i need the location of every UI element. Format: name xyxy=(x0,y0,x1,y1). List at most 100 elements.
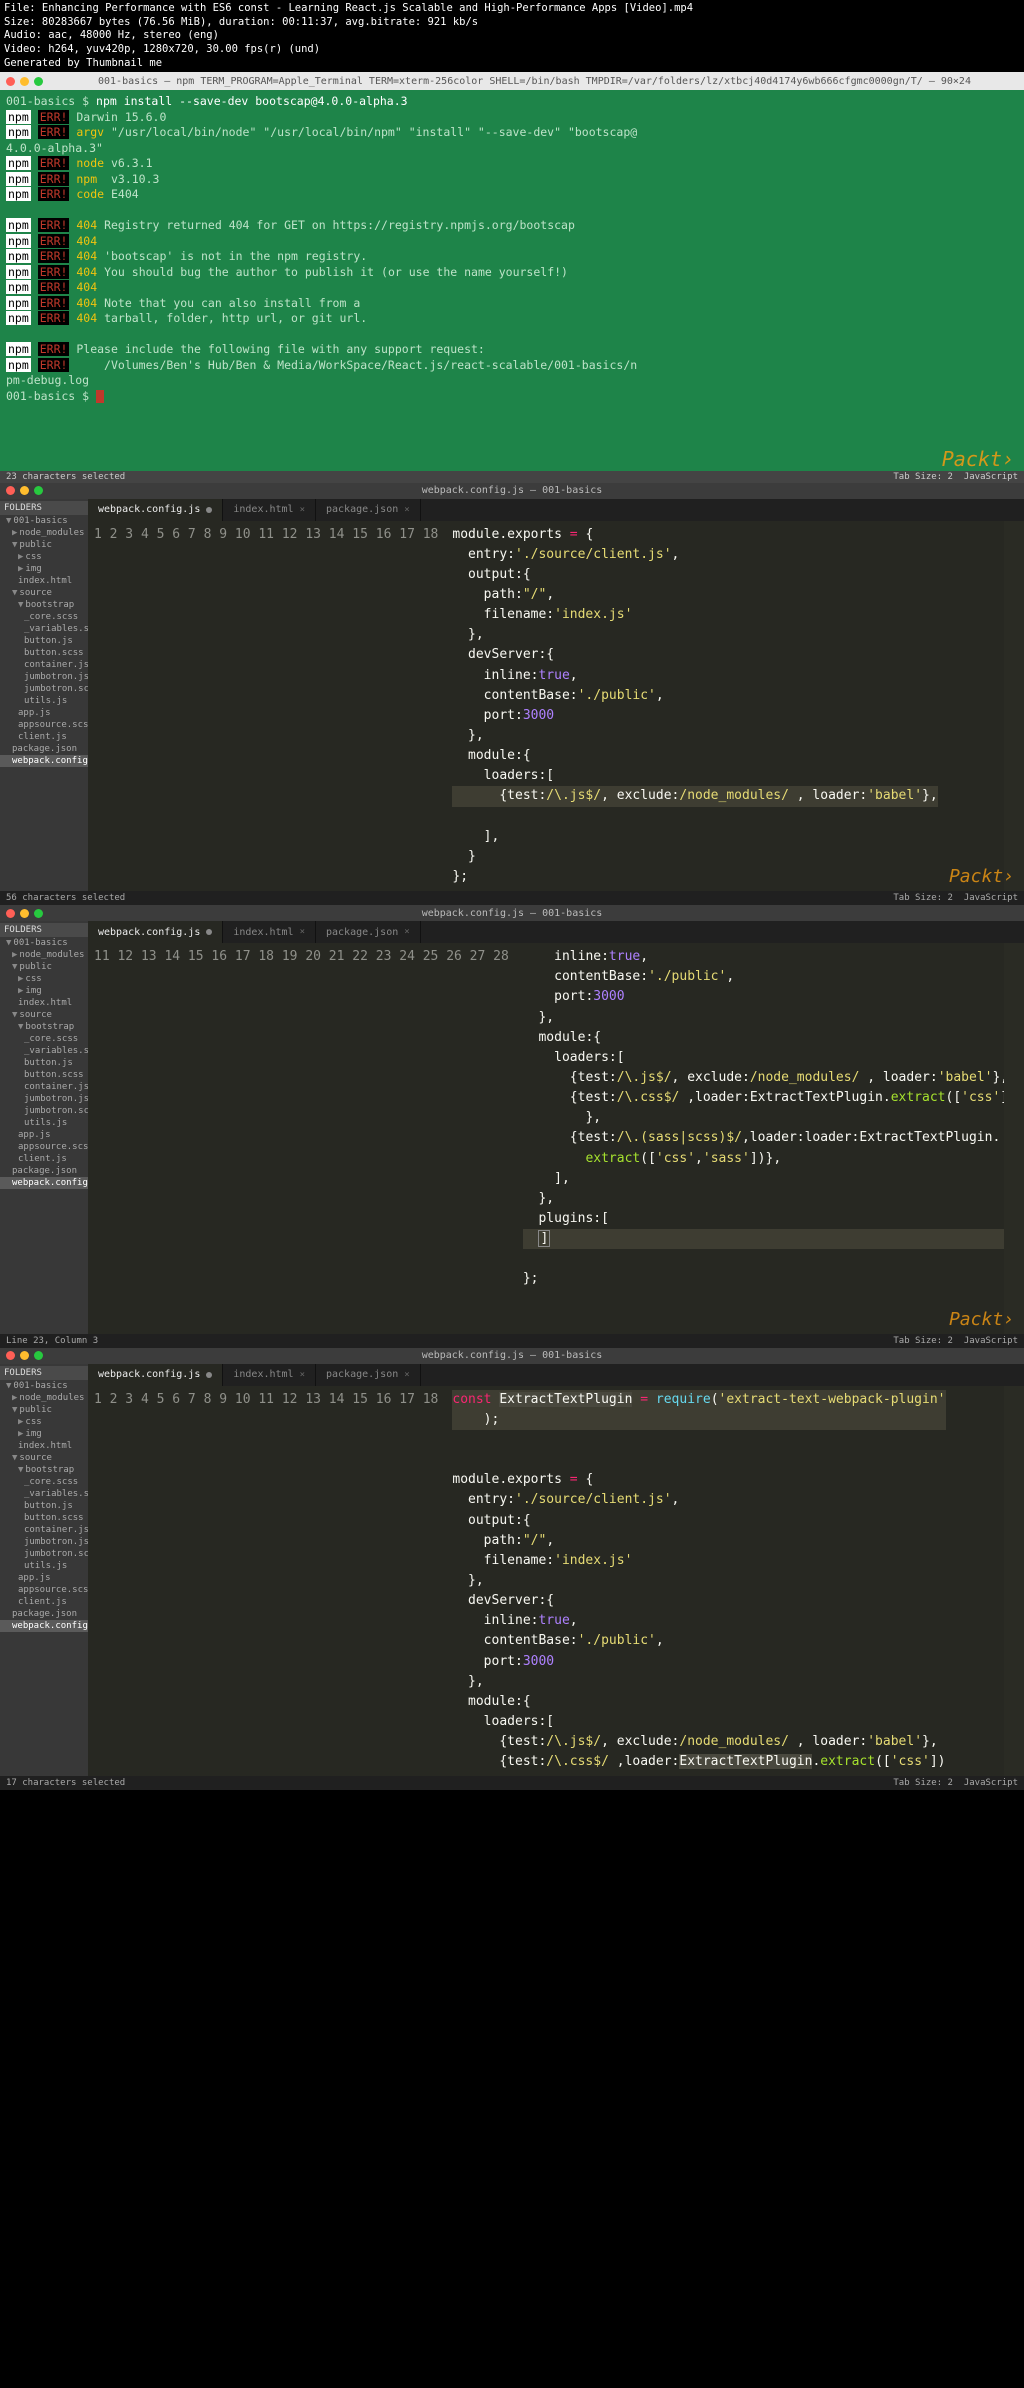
maximize-icon[interactable] xyxy=(34,77,43,86)
sidebar[interactable]: FOLDERS ▼001-basics▶node_modules▼public▶… xyxy=(0,921,88,1334)
sidebar-item[interactable]: ▼source xyxy=(0,1009,88,1021)
sidebar-item[interactable]: ▼public xyxy=(0,539,88,551)
tab[interactable]: index.html× xyxy=(223,499,316,521)
minimize-icon[interactable] xyxy=(20,1351,29,1360)
sidebar-item[interactable]: ▶img xyxy=(0,1428,88,1440)
terminal-titlebar[interactable]: 001-basics — npm TERM_PROGRAM=Apple_Term… xyxy=(0,72,1024,90)
sidebar-item[interactable]: button.js xyxy=(0,1057,88,1069)
sidebar-item[interactable]: ▶css xyxy=(0,1416,88,1428)
sidebar-item[interactable]: ▶node_modules xyxy=(0,527,88,539)
sidebar-item[interactable]: _core.scss xyxy=(0,1476,88,1488)
minimap[interactable] xyxy=(1004,943,1024,1334)
sidebar-item[interactable]: utils.js xyxy=(0,695,88,707)
code-area[interactable]: 1 2 3 4 5 6 7 8 9 10 11 12 13 14 15 16 1… xyxy=(88,521,1024,892)
sidebar-item[interactable]: _core.scss xyxy=(0,1033,88,1045)
tab[interactable]: package.json× xyxy=(316,921,421,943)
close-icon[interactable] xyxy=(6,77,15,86)
close-icon[interactable] xyxy=(6,1351,15,1360)
minimap[interactable] xyxy=(1004,521,1024,892)
sidebar-item[interactable]: container.js xyxy=(0,1081,88,1093)
status-tabsize[interactable]: Tab Size: 2 xyxy=(893,472,953,482)
status-lang[interactable]: JavaScript xyxy=(964,1778,1018,1788)
sidebar-item[interactable]: app.js xyxy=(0,707,88,719)
sidebar-item[interactable]: container.js xyxy=(0,1524,88,1536)
editor-titlebar[interactable]: webpack.config.js — 001-basics xyxy=(0,483,1024,499)
sidebar-item[interactable]: ▼bootstrap xyxy=(0,1464,88,1476)
sidebar-item[interactable]: jumbotron.js xyxy=(0,1536,88,1548)
sidebar-item[interactable]: jumbotron.scss xyxy=(0,683,88,695)
sidebar-item[interactable]: client.js xyxy=(0,731,88,743)
tab[interactable]: package.json× xyxy=(316,1364,421,1386)
sidebar[interactable]: FOLDERS ▼001-basics▶node_modules▼public▶… xyxy=(0,499,88,892)
editor-titlebar[interactable]: webpack.config.js — 001-basics xyxy=(0,905,1024,921)
sidebar-item[interactable]: ▼001-basics xyxy=(0,515,88,527)
sidebar-item[interactable]: index.html xyxy=(0,997,88,1009)
sidebar-item[interactable]: ▼source xyxy=(0,587,88,599)
maximize-icon[interactable] xyxy=(34,909,43,918)
sidebar-item[interactable]: jumbotron.js xyxy=(0,1093,88,1105)
status-tabsize[interactable]: Tab Size: 2 xyxy=(893,893,953,903)
minimap[interactable] xyxy=(1004,1386,1024,1777)
sidebar-item[interactable]: appsource.scss xyxy=(0,1141,88,1153)
tab[interactable]: webpack.config.js xyxy=(88,499,223,521)
sidebar-item[interactable]: _core.scss xyxy=(0,611,88,623)
minimize-icon[interactable] xyxy=(20,909,29,918)
status-lang[interactable]: JavaScript xyxy=(964,472,1018,482)
sidebar-item[interactable]: ▼public xyxy=(0,961,88,973)
sidebar-item[interactable]: ▼public xyxy=(0,1404,88,1416)
sidebar-item[interactable]: ▶img xyxy=(0,563,88,575)
status-lang[interactable]: JavaScript xyxy=(964,893,1018,903)
tab[interactable]: webpack.config.js xyxy=(88,921,223,943)
sidebar-item[interactable]: app.js xyxy=(0,1572,88,1584)
sidebar-item[interactable]: container.js xyxy=(0,659,88,671)
sidebar-item[interactable]: ▼source xyxy=(0,1452,88,1464)
sidebar-item[interactable]: jumbotron.scss xyxy=(0,1548,88,1560)
sidebar-item[interactable]: package.json xyxy=(0,743,88,755)
sidebar-item[interactable]: appsource.scss xyxy=(0,719,88,731)
maximize-icon[interactable] xyxy=(34,486,43,495)
sidebar-item[interactable]: ▶node_modules xyxy=(0,1392,88,1404)
tab[interactable]: package.json× xyxy=(316,499,421,521)
sidebar-item[interactable]: button.js xyxy=(0,635,88,647)
sidebar-item[interactable]: ▶node_modules xyxy=(0,949,88,961)
sidebar-item[interactable]: ▶css xyxy=(0,551,88,563)
sidebar-item[interactable]: app.js xyxy=(0,1129,88,1141)
code-area[interactable]: 11 12 13 14 15 16 17 18 19 20 21 22 23 2… xyxy=(88,943,1024,1334)
sidebar[interactable]: FOLDERS ▼001-basics▶node_modules▼public▶… xyxy=(0,1364,88,1777)
code-content[interactable]: inline:true, contentBase:'./public', por… xyxy=(519,943,1020,1334)
sidebar-item[interactable]: package.json xyxy=(0,1165,88,1177)
sidebar-item[interactable]: button.scss xyxy=(0,647,88,659)
maximize-icon[interactable] xyxy=(34,1351,43,1360)
sidebar-item[interactable]: jumbotron.js xyxy=(0,671,88,683)
sidebar-item[interactable]: webpack.config.js xyxy=(0,1620,88,1632)
code-content[interactable]: const ExtractTextPlugin = require('extra… xyxy=(448,1386,949,1777)
sidebar-item[interactable]: ▼001-basics xyxy=(0,937,88,949)
sidebar-item[interactable]: package.json xyxy=(0,1608,88,1620)
status-tabsize[interactable]: Tab Size: 2 xyxy=(893,1778,953,1788)
sidebar-item[interactable]: _variables.scss xyxy=(0,1488,88,1500)
sidebar-item[interactable]: index.html xyxy=(0,575,88,587)
sidebar-item[interactable]: ▶img xyxy=(0,985,88,997)
sidebar-item[interactable]: utils.js xyxy=(0,1117,88,1129)
tab[interactable]: webpack.config.js xyxy=(88,1364,223,1386)
minimize-icon[interactable] xyxy=(20,486,29,495)
tab[interactable]: index.html× xyxy=(223,1364,316,1386)
sidebar-item[interactable]: index.html xyxy=(0,1440,88,1452)
sidebar-item[interactable]: ▶css xyxy=(0,973,88,985)
sidebar-item[interactable]: ▼bootstrap xyxy=(0,599,88,611)
sidebar-item[interactable]: ▼001-basics xyxy=(0,1380,88,1392)
sidebar-item[interactable]: webpack.config.js xyxy=(0,755,88,767)
close-icon[interactable] xyxy=(6,909,15,918)
sidebar-item[interactable]: ▼bootstrap xyxy=(0,1021,88,1033)
sidebar-item[interactable]: button.js xyxy=(0,1500,88,1512)
sidebar-item[interactable]: client.js xyxy=(0,1153,88,1165)
sidebar-item[interactable]: client.js xyxy=(0,1596,88,1608)
status-lang[interactable]: JavaScript xyxy=(964,1336,1018,1346)
tab[interactable]: index.html× xyxy=(223,921,316,943)
minimize-icon[interactable] xyxy=(20,77,29,86)
code-content[interactable]: module.exports = { entry:'./source/clien… xyxy=(448,521,941,892)
sidebar-item[interactable]: button.scss xyxy=(0,1512,88,1524)
editor-titlebar[interactable]: webpack.config.js — 001-basics xyxy=(0,1348,1024,1364)
sidebar-item[interactable]: utils.js xyxy=(0,1560,88,1572)
code-area[interactable]: 1 2 3 4 5 6 7 8 9 10 11 12 13 14 15 16 1… xyxy=(88,1386,1024,1777)
